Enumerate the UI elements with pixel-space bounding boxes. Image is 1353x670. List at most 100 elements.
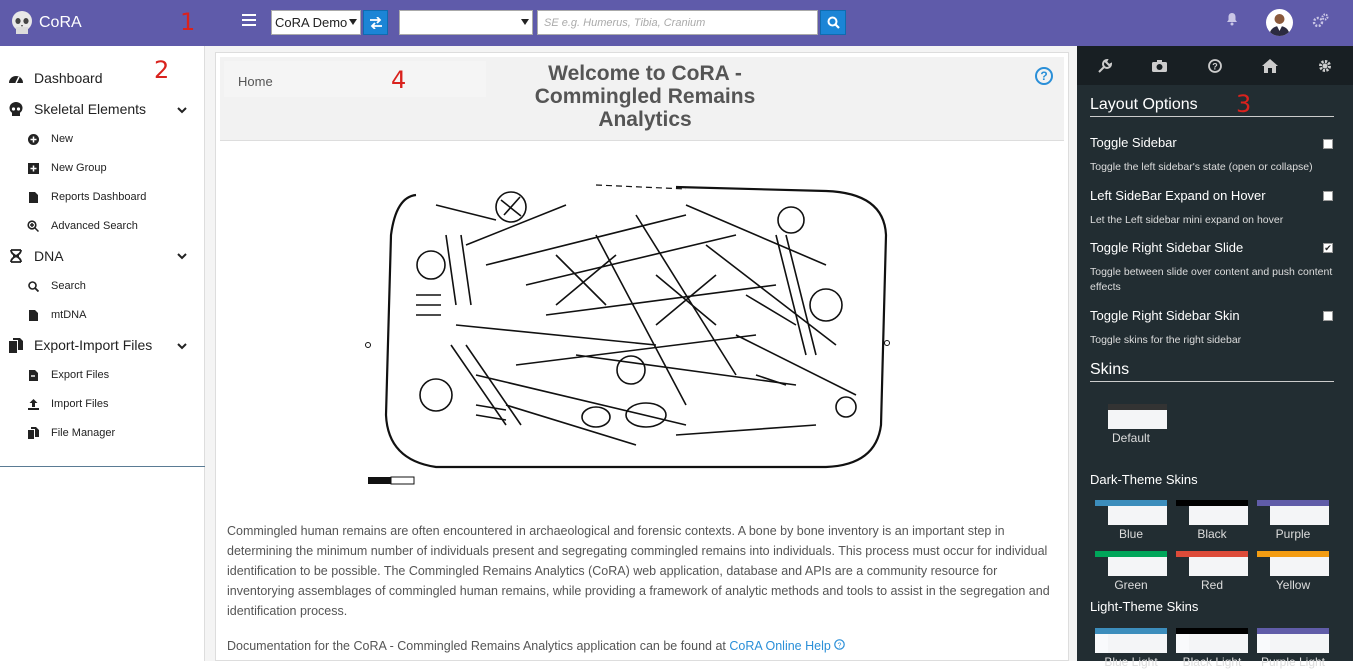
page-title: Welcome to CoRA - Commingled Remains Ana… [520, 62, 770, 131]
right-sidebar-slide-checkbox[interactable]: ✔ [1323, 243, 1333, 253]
question-circle-icon: ? [1208, 58, 1222, 73]
dark-skins-heading: Dark-Theme Skins [1090, 472, 1198, 487]
svg-text:?: ? [838, 642, 842, 649]
search-icon [24, 280, 42, 292]
file-icon [24, 309, 42, 321]
skin-option[interactable]: Blue Light [1095, 628, 1167, 670]
sidebar-item-dna-search[interactable]: Search [24, 280, 229, 292]
documentation-text: Documentation for the CoRA - Commingled … [227, 639, 726, 653]
app-name: CoRA [39, 14, 82, 31]
skin-swatch-sidebar [1257, 557, 1270, 576]
dna-icon [7, 249, 25, 263]
skin-option[interactable]: Yellow [1257, 551, 1329, 593]
content-header: Home 4 Welcome to CoRA - Commingled Rema… [220, 57, 1064, 141]
option-toggle-sidebar-label: Toggle Sidebar [1090, 135, 1177, 150]
right-control-sidebar: ? Layout Options 3 Toggle Sidebar Toggle… [1077, 46, 1353, 669]
skin-swatch-sidebar [1176, 557, 1189, 576]
sidebar-item-label: DNA [34, 248, 64, 264]
skin-label: Default [1111, 431, 1151, 445]
element-type-select[interactable] [399, 10, 533, 35]
skin-option[interactable]: Black [1176, 500, 1248, 542]
user-avatar[interactable] [1266, 9, 1293, 36]
skin-option[interactable]: Black Light [1176, 628, 1248, 670]
option-description: Toggle between slide over content and pu… [1090, 266, 1333, 293]
sidebar-item-advanced-search[interactable]: Advanced Search [24, 220, 229, 232]
skin-option[interactable]: Blue [1095, 500, 1167, 542]
plus-circle-icon [24, 133, 42, 145]
app-logo[interactable]: CoRA [0, 0, 205, 46]
sidebar-divider [0, 466, 205, 467]
skin-label: Purple [1275, 527, 1311, 541]
bell-icon[interactable] [1226, 12, 1238, 26]
home-icon [1262, 58, 1279, 73]
project-select[interactable]: CoRA Demo [271, 10, 361, 35]
option-right-sidebar-skin-label: Toggle Right Sidebar Skin [1090, 308, 1240, 323]
sidebar-item-label: File Manager [51, 427, 116, 439]
right-sidebar-skin-checkbox[interactable] [1323, 311, 1333, 321]
tab-help[interactable]: ? [1187, 46, 1242, 85]
skin-swatch-sidebar [1176, 506, 1189, 525]
option-description: Let the Left sidebar mini expand on hove… [1090, 214, 1284, 226]
upload-icon [24, 398, 42, 410]
skin-swatch-sidebar [1095, 404, 1108, 429]
sidebar-item-new-group[interactable]: New Group [24, 162, 229, 174]
sidebar-item-reports-dashboard[interactable]: Reports Dashboard [24, 191, 229, 203]
svg-text:?: ? [1212, 61, 1218, 71]
tab-camera[interactable] [1132, 46, 1187, 85]
breadcrumb[interactable]: Home [224, 61, 486, 97]
documentation-paragraph: Documentation for the CoRA - Commingled … [227, 639, 1057, 653]
skin-default[interactable]: Default [1095, 404, 1167, 446]
sidebar-item-label: New Group [51, 162, 107, 174]
sidebar-item-import-files[interactable]: Import Files [24, 398, 229, 410]
main-content: Home 4 Welcome to CoRA - Commingled Rema… [205, 46, 1077, 661]
chevron-down-icon[interactable] [177, 343, 187, 350]
project-select-value: CoRA Demo [275, 15, 348, 30]
chevron-down-icon[interactable] [177, 107, 187, 114]
annotation-number: 4 [391, 66, 407, 94]
sidebar-item-label: Dashboard [34, 70, 103, 86]
sidebar-item-mtdna[interactable]: mtDNA [24, 309, 229, 321]
skin-label: Black [1197, 527, 1227, 541]
switch-project-button[interactable] [363, 10, 388, 35]
sidebar-item-label: mtDNA [51, 309, 87, 321]
sidebar-item-label: Advanced Search [51, 220, 138, 232]
gear-icon [1319, 59, 1332, 72]
sidebar-item-export-files[interactable]: Export Files [24, 369, 229, 381]
skin-option[interactable]: Green [1095, 551, 1167, 593]
tab-settings[interactable] [1298, 46, 1353, 85]
skin-option[interactable]: Purple Light [1257, 628, 1329, 670]
annotation-number: 1 [180, 8, 196, 36]
search-input[interactable]: SE e.g. Humerus, Tibia, Cranium [537, 10, 818, 35]
sidebar-item-dashboard[interactable]: Dashboard [7, 70, 212, 86]
sidebar-item-label: New [51, 133, 74, 145]
sidebar-item-new[interactable]: New [24, 133, 229, 145]
sidebar-item-label: Import Files [51, 398, 109, 410]
gears-icon[interactable] [1312, 13, 1330, 29]
help-icon[interactable]: ? [1035, 67, 1053, 85]
exchange-icon [369, 16, 382, 29]
sidebar-item-file-manager[interactable]: File Manager [24, 427, 229, 439]
skin-swatch-sidebar [1257, 634, 1270, 653]
left-sidebar: 2 Dashboard Skeletal Elements New New Gr… [0, 46, 205, 661]
skin-label: Blue Light [1104, 655, 1158, 669]
tab-wrench[interactable] [1077, 46, 1132, 85]
online-help-link[interactable]: CoRA Online Help ? [729, 639, 846, 653]
skin-swatch-sidebar [1095, 557, 1108, 576]
skin-option[interactable]: Purple [1257, 500, 1329, 542]
toggle-sidebar-checkbox[interactable] [1323, 139, 1333, 149]
search-button[interactable] [820, 10, 846, 35]
skin-label: Green [1114, 578, 1148, 592]
breadcrumb-home[interactable]: Home [238, 74, 273, 89]
skin-option[interactable]: Red [1176, 551, 1248, 593]
option-description: Toggle the left sidebar's state (open or… [1090, 161, 1313, 173]
tab-home[interactable] [1243, 46, 1298, 85]
skin-label: Black Light [1182, 655, 1242, 669]
option-right-sidebar-slide-label: Toggle Right Sidebar Slide [1090, 240, 1244, 255]
menu-toggle-icon[interactable] [242, 14, 256, 28]
sidebar-item-label: Reports Dashboard [51, 191, 147, 203]
search-plus-icon [24, 220, 42, 232]
expand-on-hover-checkbox[interactable] [1323, 191, 1333, 201]
chevron-down-icon[interactable] [177, 253, 187, 260]
option-description: Toggle skins for the right sidebar [1090, 334, 1242, 346]
skin-label: Blue [1118, 527, 1144, 541]
